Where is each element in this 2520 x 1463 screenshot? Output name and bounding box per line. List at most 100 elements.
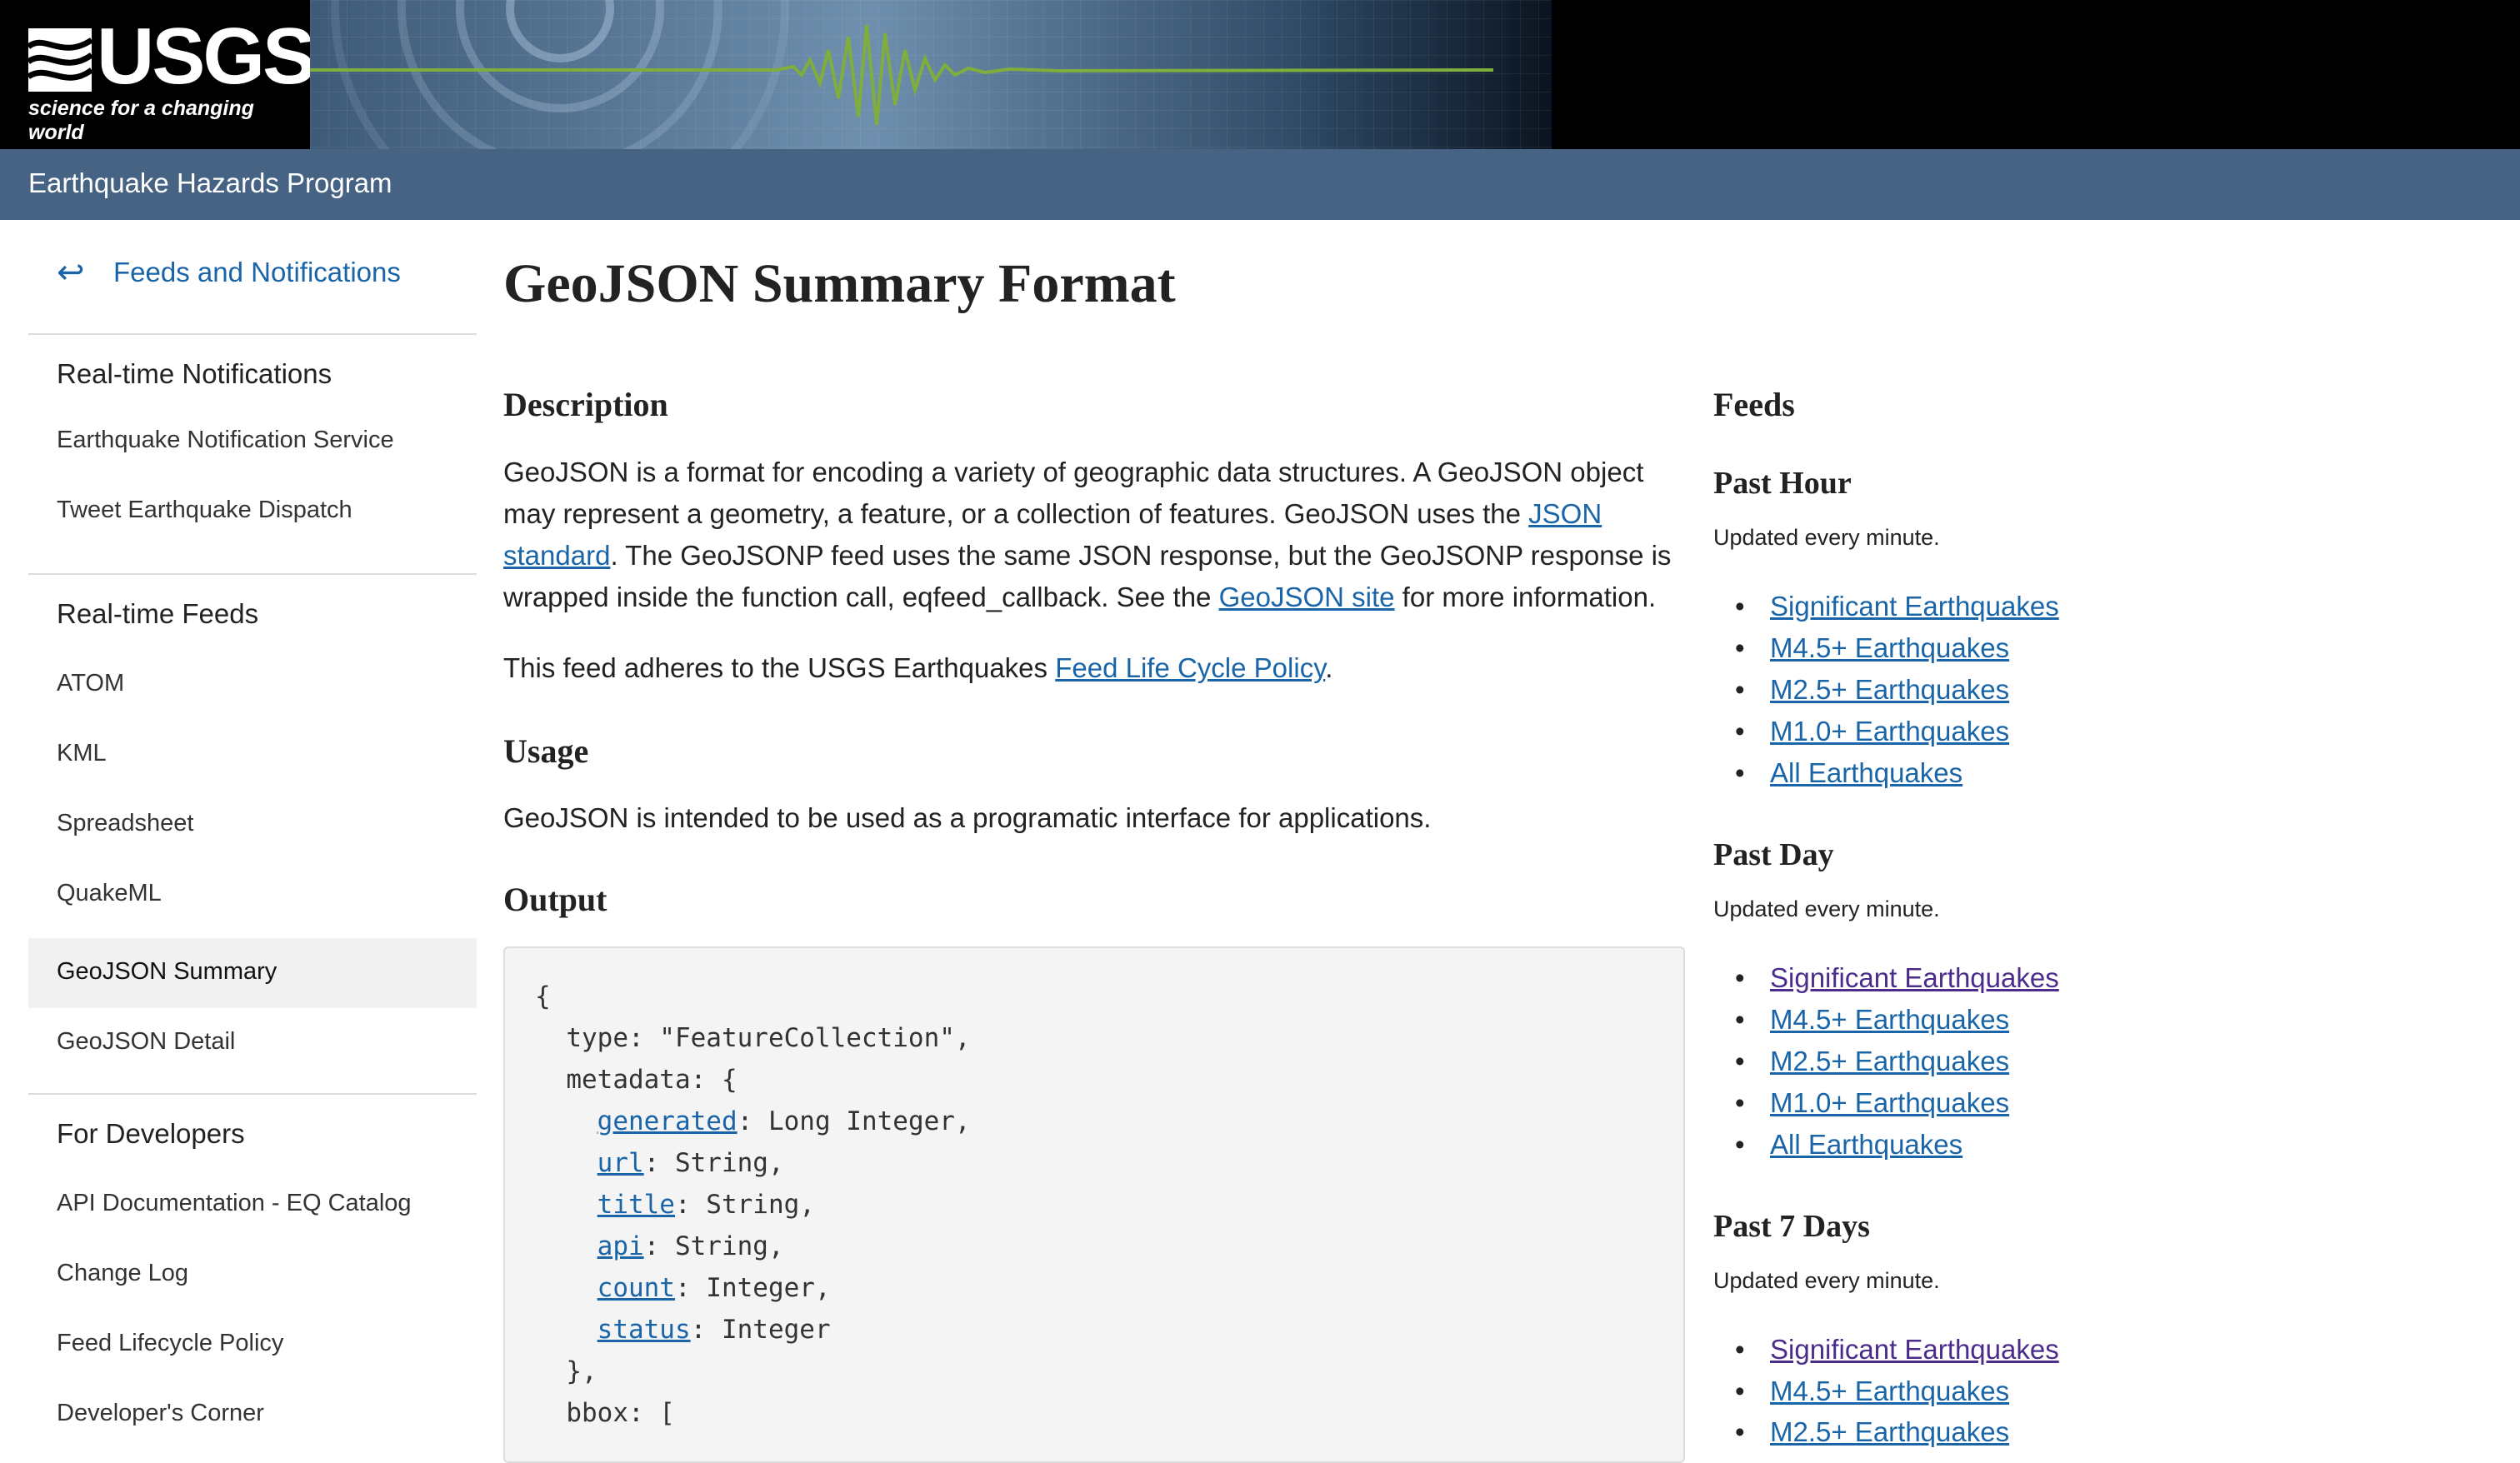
page-title: GeoJSON Summary Format (503, 253, 1176, 314)
sidebar-item-label: QuakeML (57, 880, 162, 906)
arrow-return-icon: ↩ (57, 254, 85, 291)
policy-text: This feed adheres to the USGS Earthquake… (503, 652, 1056, 683)
feed-life-cycle-policy-link[interactable]: Feed Life Cycle Policy (1055, 652, 1325, 683)
sidebar-item-label: GeoJSON Summary (57, 958, 278, 985)
count-field-link[interactable]: count (598, 1273, 675, 1303)
policy-paragraph: This feed adheres to the USGS Earthquake… (503, 647, 1687, 689)
sidebar-item-lifecycle-policy[interactable]: Feed Lifecycle Policy (28, 1310, 477, 1380)
usage-heading: Usage (503, 732, 589, 770)
past-day-m25-link[interactable]: M2.5+ Earthquakes (1770, 1046, 2009, 1077)
past-hour-significant-link[interactable]: Significant Earthquakes (1770, 591, 2059, 622)
bullet-icon: • (1735, 1376, 1745, 1406)
sidebar-item-label: ATOM (57, 670, 125, 697)
code-line: api: String, (535, 1231, 784, 1261)
past-day-significant-link[interactable]: Significant Earthquakes (1770, 962, 2059, 994)
bullet-icon: • (1735, 1416, 1745, 1447)
past-hour-heading: Past Hour (1713, 466, 1852, 501)
logo-wordmark: USGS (97, 12, 316, 101)
sidebar-item-change-log[interactable]: Change Log (28, 1240, 477, 1310)
output-heading: Output (503, 881, 608, 918)
title-field-link[interactable]: title (598, 1190, 675, 1220)
field-type: : String, (643, 1148, 784, 1178)
back-link-label: Feeds and Notifications (113, 257, 401, 287)
sidebar-item-label: Change Log (57, 1260, 189, 1286)
code-line: url: String, (535, 1148, 784, 1178)
sidebar-item-label: Earthquake Notification Service (57, 427, 394, 453)
code-line: { (535, 981, 551, 1011)
past-day-all-link[interactable]: All Earthquakes (1770, 1129, 1962, 1161)
status-field-link[interactable]: status (598, 1315, 691, 1345)
code-line: generated: Long Integer, (535, 1106, 971, 1136)
past-7-days-heading: Past 7 Days (1713, 1209, 1870, 1244)
past-7-days-significant-link[interactable]: Significant Earthquakes (1770, 1334, 2059, 1366)
sidebar-item-label: Feed Lifecycle Policy (57, 1330, 284, 1356)
sidebar-item-notification-service[interactable]: Earthquake Notification Service (28, 407, 477, 477)
sidebar-item-kml[interactable]: KML (28, 720, 477, 790)
sidebar-divider (28, 573, 477, 575)
code-line: type: "FeatureCollection", (535, 1023, 971, 1053)
bullet-icon: • (1735, 757, 1745, 788)
bullet-icon: • (1735, 962, 1745, 993)
past-day-m45-link[interactable]: M4.5+ Earthquakes (1770, 1004, 2009, 1036)
past-7-days-m45-link[interactable]: M4.5+ Earthquakes (1770, 1376, 2009, 1407)
bullet-icon: • (1735, 716, 1745, 746)
code-line: status: Integer (535, 1315, 831, 1345)
feeds-heading: Feeds (1713, 386, 1795, 423)
sidebar-item-label: GeoJSON Detail (57, 1028, 236, 1055)
bullet-icon: • (1735, 632, 1745, 663)
url-field-link[interactable]: url (598, 1148, 644, 1178)
past-7-days-m25-link[interactable]: M2.5+ Earthquakes (1770, 1416, 2009, 1448)
sidebar-divider (28, 333, 477, 335)
field-type: : Integer, (674, 1273, 831, 1303)
sidebar-divider (28, 1093, 477, 1095)
program-bar: Earthquake Hazards Program (0, 149, 2520, 220)
past-hour-updated: Updated every minute. (1713, 525, 1940, 550)
description-paragraph: GeoJSON is a format for encoding a varie… (503, 452, 1687, 618)
section-title-notifications: Real-time Notifications (57, 358, 332, 389)
section-title-feeds: Real-time Feeds (57, 598, 259, 629)
section-title-developers: For Developers (57, 1118, 245, 1149)
sidebar-item-geojson-detail[interactable]: GeoJSON Detail (28, 1008, 477, 1078)
code-line: bbox: [ (535, 1398, 675, 1428)
past-hour-all-link[interactable]: All Earthquakes (1770, 757, 1962, 789)
sidebar-item-geojson-summary[interactable]: GeoJSON Summary (28, 938, 477, 1008)
output-code-block: { type: "FeatureCollection", metadata: {… (503, 946, 1685, 1463)
sidebar-item-label: Tweet Earthquake Dispatch (57, 497, 352, 523)
geojson-site-link[interactable]: GeoJSON site (1219, 582, 1395, 612)
seismogram-banner-image (310, 0, 1552, 149)
bullet-icon: • (1735, 1129, 1745, 1160)
past-7-days-updated: Updated every minute. (1713, 1268, 1940, 1293)
sidebar-item-api-docs[interactable]: API Documentation - EQ Catalog (28, 1170, 477, 1240)
field-type: : String, (643, 1231, 784, 1261)
past-hour-m10-link[interactable]: M1.0+ Earthquakes (1770, 716, 2009, 747)
past-hour-m45-link[interactable]: M4.5+ Earthquakes (1770, 632, 2009, 664)
generated-field-link[interactable]: generated (598, 1106, 738, 1136)
sidebar-item-label: API Documentation - EQ Catalog (57, 1190, 412, 1216)
bullet-icon: • (1735, 1004, 1745, 1035)
past-hour-m25-link[interactable]: M2.5+ Earthquakes (1770, 674, 2009, 706)
sidebar-item-quakeml[interactable]: QuakeML (28, 860, 477, 930)
description-heading: Description (503, 386, 668, 423)
code-line: count: Integer, (535, 1273, 831, 1303)
sidebar-item-atom[interactable]: ATOM (28, 650, 477, 720)
sidebar-item-spreadsheet[interactable]: Spreadsheet (28, 790, 477, 860)
code-line: }, (535, 1356, 598, 1386)
sidebar-item-developers-corner[interactable]: Developer's Corner (28, 1380, 477, 1450)
field-type: : Integer (690, 1315, 831, 1345)
back-to-feeds-link[interactable]: ↩ Feeds and Notifications (28, 253, 477, 303)
bullet-icon: • (1735, 1334, 1745, 1365)
description-text: GeoJSON is a format for encoding a varie… (503, 457, 1644, 529)
field-type: : Long Integer, (737, 1106, 971, 1136)
usgs-logo-link[interactable]: USGS science for a changing world (0, 0, 316, 149)
program-title-link[interactable]: Earthquake Hazards Program (28, 167, 392, 199)
sidebar-item-label: Developer's Corner (57, 1400, 264, 1426)
past-day-heading: Past Day (1713, 837, 1834, 872)
bullet-icon: • (1735, 1046, 1745, 1076)
sidebar-item-tweet-dispatch[interactable]: Tweet Earthquake Dispatch (28, 477, 477, 547)
code-line: title: String, (535, 1190, 815, 1220)
field-type: : String, (674, 1190, 815, 1220)
past-day-m10-link[interactable]: M1.0+ Earthquakes (1770, 1087, 2009, 1119)
code-line: metadata: { (535, 1065, 738, 1095)
usage-paragraph: GeoJSON is intended to be used as a prog… (503, 802, 1432, 833)
api-field-link[interactable]: api (598, 1231, 644, 1261)
